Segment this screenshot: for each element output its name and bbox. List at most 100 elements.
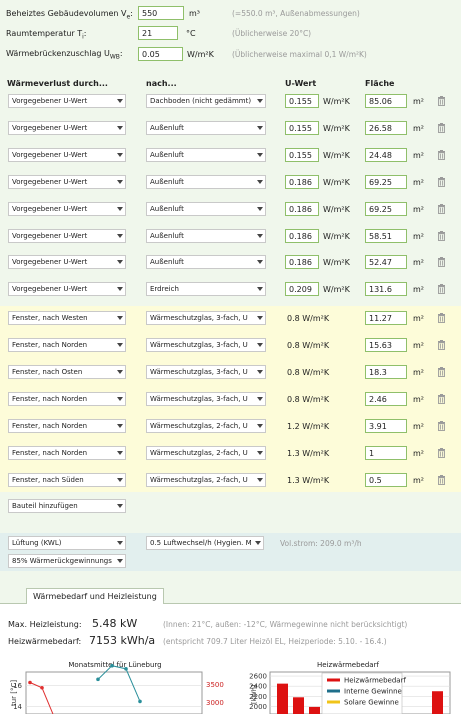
boundary-select[interactable]: Außenluft <box>146 201 266 216</box>
u-value-input[interactable]: 0.209 <box>285 282 319 297</box>
table-row: Vorgegebener U-Wert Außenluft 0.186 W/m²K 69… <box>0 174 461 191</box>
boundary-select[interactable]: Wärmeschutzglas, 3-fach, U <box>146 311 266 325</box>
max-power-label: Max. Heizleistung: <box>8 620 82 629</box>
heat-recovery-select[interactable]: 85% Wärmerückgewinnungs <box>8 554 126 568</box>
trash-icon[interactable] <box>437 421 446 432</box>
area-input[interactable]: 3.91 <box>365 419 407 433</box>
tab-heat-demand[interactable]: Wärmebedarf und Heizleistung <box>26 588 164 604</box>
boundary-select[interactable]: Wärmeschutzglas, 3-fach, U <box>146 338 266 352</box>
area-input[interactable]: 69.25 <box>365 201 407 216</box>
boundary-select[interactable]: Wärmeschutzglas, 3-fach, U <box>146 365 266 379</box>
loss-type-select[interactable]: Vorgegebener U-Wert <box>8 282 126 297</box>
table-row: Vorgegebener U-Wert Dachboden (nicht gedä… <box>0 94 461 110</box>
chevron-down-icon <box>257 125 263 130</box>
loss-type-select[interactable]: Vorgegebener U-Wert <box>8 228 126 243</box>
area-input[interactable]: 15.63 <box>365 338 407 352</box>
u-value-text: 0.8 W/m²K <box>287 368 330 377</box>
trash-icon[interactable] <box>437 394 446 405</box>
area-input[interactable]: 58.51 <box>365 228 407 243</box>
air-change-rate-select[interactable]: 0.5 Luftwechsel/h (Hygien. M <box>146 536 264 550</box>
boundary-select[interactable]: Wärmeschutzglas, 3-fach, U <box>146 392 266 406</box>
area-input[interactable]: 0.5 <box>365 473 407 487</box>
area-input[interactable]: 11.27 <box>365 311 407 325</box>
area-input[interactable]: 18.3 <box>365 365 407 379</box>
loss-type-select[interactable]: Vorgegebener U-Wert <box>8 147 126 162</box>
chart1-point <box>124 667 128 671</box>
u-value-input[interactable]: 0.186 <box>285 255 319 270</box>
table-row: Vorgegebener U-Wert Erdreich 0.209 W/m²K 131… <box>0 282 461 298</box>
trash-icon[interactable] <box>437 96 446 107</box>
chart1-point <box>40 685 44 690</box>
boundary-select[interactable]: Außenluft <box>146 120 266 135</box>
u-value-input[interactable]: 0.155 <box>285 147 319 162</box>
loss-type-select[interactable]: Fenster, nach Norden <box>8 392 126 406</box>
chart1-point <box>110 663 114 668</box>
loss-type-select[interactable]: Vorgegebener U-Wert <box>8 94 126 108</box>
chevron-down-icon <box>257 287 263 292</box>
area-input[interactable]: 69.25 <box>365 174 407 189</box>
trash-icon[interactable] <box>437 475 446 486</box>
ventilation-type-select[interactable]: Lüftung (KWL) <box>8 536 126 550</box>
area-input[interactable]: 24.48 <box>365 147 407 162</box>
boundary-select[interactable]: Außenluft <box>146 228 266 243</box>
trash-icon[interactable] <box>437 448 446 459</box>
thermal-bridge-input[interactable]: 0.05 <box>138 47 183 61</box>
boundary-select[interactable]: Außenluft <box>146 174 266 189</box>
loss-type-select[interactable]: Fenster, nach Norden <box>8 419 126 433</box>
area-input[interactable]: 131.6 <box>365 282 407 297</box>
loss-type-select[interactable]: Fenster, nach Osten <box>8 365 126 379</box>
trash-icon[interactable] <box>437 340 446 351</box>
boundary-select[interactable]: Wärmeschutzglas, 2-fach, U <box>146 473 266 487</box>
trash-icon[interactable] <box>437 284 446 295</box>
chevron-down-icon <box>257 451 263 455</box>
boundary-select[interactable]: Außenluft <box>146 255 266 270</box>
u-value-input[interactable]: 0.155 <box>285 120 319 135</box>
loss-type-select[interactable]: Fenster, nach Norden <box>8 446 126 460</box>
area-input[interactable]: 2.46 <box>365 392 407 406</box>
loss-type-select[interactable]: Vorgegebener U-Wert <box>8 201 126 216</box>
boundary-select[interactable]: Wärmeschutzglas, 2-fach, U <box>146 446 266 460</box>
area-input[interactable]: 52.47 <box>365 255 407 270</box>
loss-type-select[interactable]: Vorgegebener U-Wert <box>8 174 126 189</box>
area-unit: m² <box>413 341 424 350</box>
u-value-input[interactable]: 0.186 <box>285 174 319 189</box>
u-value-unit: W/m²K <box>323 258 350 268</box>
trash-icon[interactable] <box>437 176 446 187</box>
max-power-value: 5.48 kW <box>92 617 138 630</box>
heat-demand-value: 7153 kWh/a <box>89 634 156 647</box>
loss-type-select[interactable]: Vorgegebener U-Wert <box>8 120 126 135</box>
trash-icon[interactable] <box>437 257 446 268</box>
boundary-select[interactable]: Erdreich <box>146 282 266 297</box>
area-unit: m² <box>413 123 424 133</box>
loss-type-select[interactable]: Fenster, nach Süden <box>8 473 126 487</box>
area-unit: m² <box>413 231 424 241</box>
chevron-down-icon <box>117 206 123 211</box>
loss-type-select[interactable]: Vorgegebener U-Wert <box>8 255 126 270</box>
table-row: Fenster, nach Norden Wärmeschutzglas, 3-f… <box>0 392 461 408</box>
trash-icon[interactable] <box>437 203 446 214</box>
chart2-y-tick: 2000 <box>249 703 267 711</box>
add-component-select[interactable]: Bauteil hinzufügen <box>8 499 126 513</box>
area-input[interactable]: 1 <box>365 446 407 460</box>
trash-icon[interactable] <box>437 122 446 133</box>
area-input[interactable]: 85.06 <box>365 94 407 108</box>
trash-icon[interactable] <box>437 230 446 241</box>
loss-type-select[interactable]: Fenster, nach Norden <box>8 338 126 352</box>
chevron-down-icon <box>257 260 263 265</box>
u-value-input[interactable]: 0.155 <box>285 94 319 108</box>
loss-type-select[interactable]: Fenster, nach Westen <box>8 311 126 325</box>
volume-input[interactable]: 550 <box>138 6 184 20</box>
chevron-down-icon <box>117 370 123 374</box>
u-value-input[interactable]: 0.186 <box>285 201 319 216</box>
chevron-down-icon <box>257 206 263 211</box>
boundary-select[interactable]: Dachboden (nicht gedämmt) <box>146 94 266 108</box>
area-input[interactable]: 26.58 <box>365 120 407 135</box>
trash-icon[interactable] <box>437 149 446 160</box>
temperature-input[interactable]: 21 <box>138 26 178 40</box>
trash-icon[interactable] <box>437 367 446 378</box>
boundary-select[interactable]: Außenluft <box>146 147 266 162</box>
trash-icon[interactable] <box>437 313 446 324</box>
u-value-input[interactable]: 0.186 <box>285 228 319 243</box>
boundary-select[interactable]: Wärmeschutzglas, 2-fach, U <box>146 419 266 433</box>
max-power-hint: (Innen: 21°C, außen: -12°C, Wärmegewinne… <box>163 620 408 629</box>
